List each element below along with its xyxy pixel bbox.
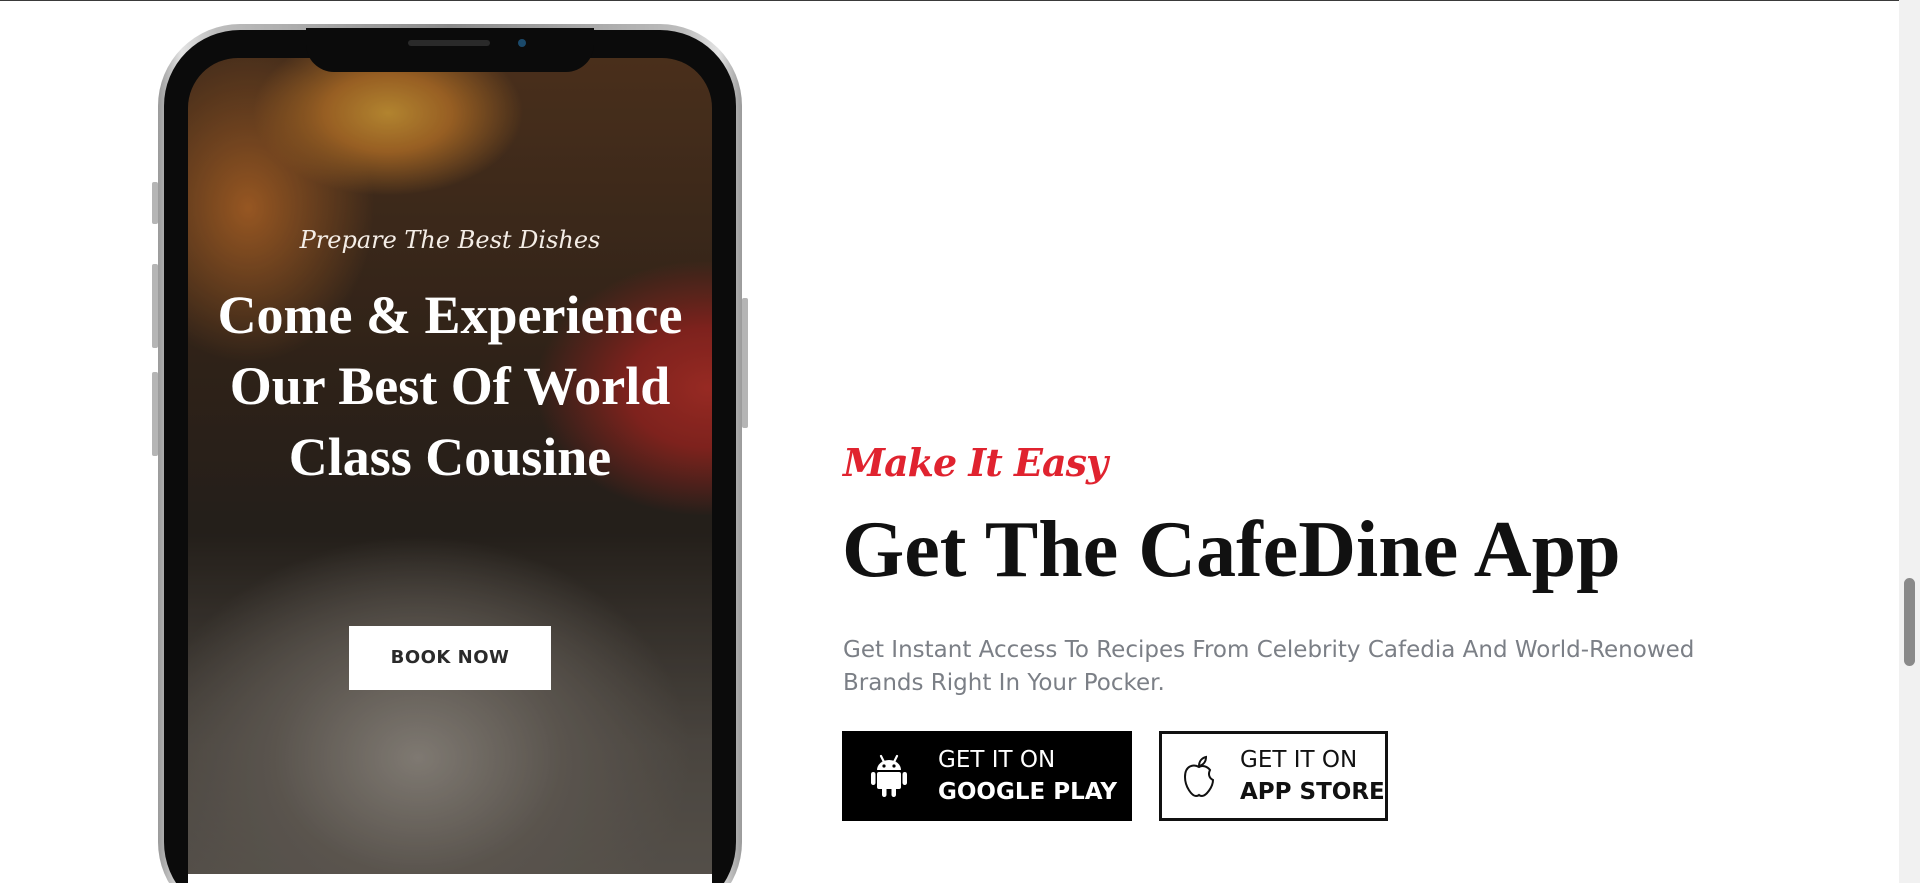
phone-notch: [306, 28, 594, 72]
screen-hero: Prepare The Best Dishes Come & Experienc…: [188, 58, 712, 883]
page-scrollbar[interactable]: [1899, 0, 1920, 883]
phone-bezel: Prepare The Best Dishes Come & Experienc…: [164, 28, 736, 883]
screen-headline: Come & Experience Our Best Of World Clas…: [217, 285, 683, 487]
android-icon: [871, 754, 907, 797]
book-now-button[interactable]: BOOK NOW: [349, 626, 551, 690]
phone-mute-switch: [152, 182, 158, 224]
top-border: [0, 0, 1920, 1]
google-play-line1: GET IT ON: [938, 747, 1056, 773]
google-play-label: GET IT ON GOOGLE PLAY: [938, 744, 1117, 808]
screen-tagline: Prepare The Best Dishes: [299, 226, 601, 254]
phone-power-button: [742, 298, 748, 428]
google-play-button[interactable]: GET IT ON GOOGLE PLAY: [842, 731, 1132, 821]
section-title: Get The CafeDine App: [842, 506, 1621, 594]
phone-volume-down: [152, 372, 158, 456]
front-camera: [518, 39, 526, 47]
app-store-line1: GET IT ON: [1240, 747, 1358, 773]
apple-icon: [1183, 755, 1215, 798]
scrollbar-thumb[interactable]: [1904, 578, 1915, 666]
phone-mockup: Prepare The Best Dishes Come & Experienc…: [152, 24, 748, 883]
section-description: Get Instant Access To Recipes From Celeb…: [843, 637, 1695, 696]
phone-screen: Prepare The Best Dishes Come & Experienc…: [188, 58, 712, 883]
phone-volume-up: [152, 264, 158, 348]
section-eyebrow: Make It Easy: [843, 440, 1108, 485]
speaker-grille: [408, 40, 490, 46]
screen-lower-section: [188, 874, 712, 883]
app-store-button[interactable]: GET IT ON APP STORE: [1159, 731, 1388, 821]
app-store-label: GET IT ON APP STORE: [1240, 744, 1385, 808]
google-play-line2: GOOGLE PLAY: [938, 779, 1118, 805]
app-store-line2: APP STORE: [1240, 779, 1385, 805]
